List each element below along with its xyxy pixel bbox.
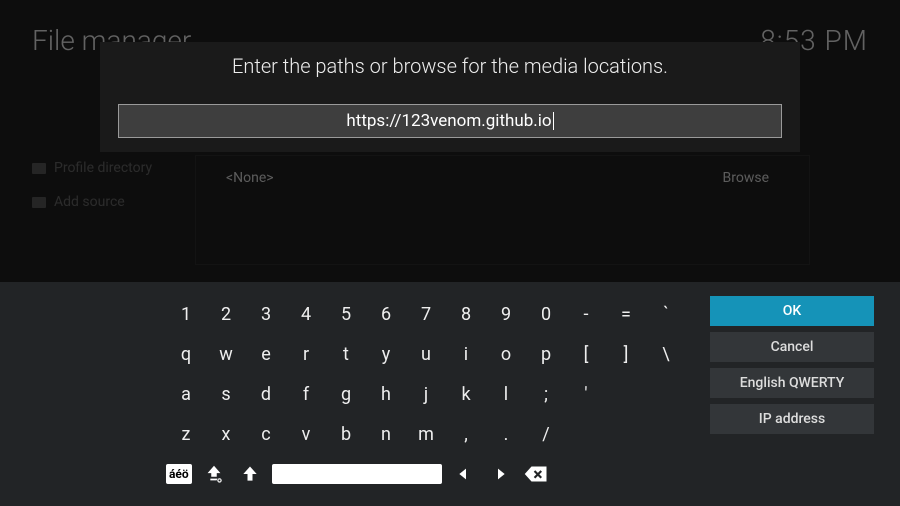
caps-lock-key[interactable] — [200, 462, 228, 486]
key-j[interactable]: j — [406, 376, 446, 412]
key-][interactable]: ] — [606, 336, 646, 372]
keyboard-side-buttons: OK Cancel English QWERTY IP address — [710, 296, 874, 494]
source-none-label: <None> — [226, 170, 274, 186]
key-o[interactable]: o — [486, 336, 526, 372]
cancel-button[interactable]: Cancel — [710, 332, 874, 362]
key-.[interactable]: . — [486, 416, 526, 452]
key-x[interactable]: x — [206, 416, 246, 452]
key-0[interactable]: 0 — [526, 296, 566, 332]
key--[interactable]: - — [566, 296, 606, 332]
key-`[interactable]: ` — [646, 296, 686, 332]
key-row-3: asdfghjkl;' — [166, 376, 686, 412]
key-4[interactable]: 4 — [286, 296, 326, 332]
key-5[interactable]: 5 — [326, 296, 366, 332]
key-w[interactable]: w — [206, 336, 246, 372]
key-=[interactable]: = — [606, 296, 646, 332]
background-source-panel: <None> Browse — [195, 155, 810, 265]
key-f[interactable]: f — [286, 376, 326, 412]
arrow-left-key[interactable] — [450, 462, 478, 486]
backspace-key[interactable] — [522, 462, 550, 486]
keyboard-layout-button[interactable]: English QWERTY — [710, 368, 874, 398]
keys-area: 1234567890-=` qwertyuiop[]\ asdfghjkl;' … — [26, 296, 696, 494]
text-input-dialog: Enter the paths or browse for the media … — [100, 42, 800, 152]
ip-address-button[interactable]: IP address — [710, 404, 874, 434]
key-t[interactable]: t — [326, 336, 366, 372]
key-b[interactable]: b — [326, 416, 366, 452]
key-\[interactable]: \ — [646, 336, 686, 372]
key-7[interactable]: 7 — [406, 296, 446, 332]
folder-icon — [32, 163, 46, 174]
onscreen-keyboard: 1234567890-=` qwertyuiop[]\ asdfghjkl;' … — [0, 282, 900, 506]
key-[[interactable]: [ — [566, 336, 606, 372]
key-e[interactable]: e — [246, 336, 286, 372]
key-,[interactable]: , — [446, 416, 486, 452]
key-1[interactable]: 1 — [166, 296, 206, 332]
dialog-prompt: Enter the paths or browse for the media … — [112, 54, 788, 78]
folder-icon — [32, 197, 46, 208]
shift-key[interactable] — [236, 462, 264, 486]
key-/[interactable]: / — [526, 416, 566, 452]
key-v[interactable]: v — [286, 416, 326, 452]
key-d[interactable]: d — [246, 376, 286, 412]
path-input-value: https://123venom.github.io — [346, 111, 551, 131]
key-i[interactable]: i — [446, 336, 486, 372]
key-;[interactable]: ; — [526, 376, 566, 412]
key-c[interactable]: c — [246, 416, 286, 452]
key-q[interactable]: q — [166, 336, 206, 372]
key-m[interactable]: m — [406, 416, 446, 452]
key-2[interactable]: 2 — [206, 296, 246, 332]
key-row-4: zxcvbnm,./ — [166, 416, 686, 452]
accent-key[interactable]: áéö — [166, 464, 192, 484]
key-r[interactable]: r — [286, 336, 326, 372]
key-l[interactable]: l — [486, 376, 526, 412]
key-n[interactable]: n — [366, 416, 406, 452]
key-u[interactable]: u — [406, 336, 446, 372]
browse-button-bg: Browse — [723, 170, 769, 186]
sidebar-item-profile: Profile directory — [32, 160, 152, 176]
key-p[interactable]: p — [526, 336, 566, 372]
key-h[interactable]: h — [366, 376, 406, 412]
key-3[interactable]: 3 — [246, 296, 286, 332]
key-'[interactable]: ' — [566, 376, 606, 412]
sidebar-item-add-source: Add source — [32, 194, 152, 210]
key-z[interactable]: z — [166, 416, 206, 452]
key-6[interactable]: 6 — [366, 296, 406, 332]
text-cursor — [553, 112, 554, 130]
path-input[interactable]: https://123venom.github.io — [118, 104, 782, 138]
key-k[interactable]: k — [446, 376, 486, 412]
key-a[interactable]: a — [166, 376, 206, 412]
key-row-bottom: áéö — [166, 456, 686, 492]
key-g[interactable]: g — [326, 376, 366, 412]
left-sources-list: Profile directory Add source — [32, 160, 152, 228]
key-8[interactable]: 8 — [446, 296, 486, 332]
ok-button[interactable]: OK — [710, 296, 874, 326]
key-row-2: qwertyuiop[]\ — [166, 336, 686, 372]
key-s[interactable]: s — [206, 376, 246, 412]
key-row-1: 1234567890-=` — [166, 296, 686, 332]
space-key[interactable] — [272, 464, 442, 484]
key-9[interactable]: 9 — [486, 296, 526, 332]
arrow-right-key[interactable] — [486, 462, 514, 486]
key-y[interactable]: y — [366, 336, 406, 372]
